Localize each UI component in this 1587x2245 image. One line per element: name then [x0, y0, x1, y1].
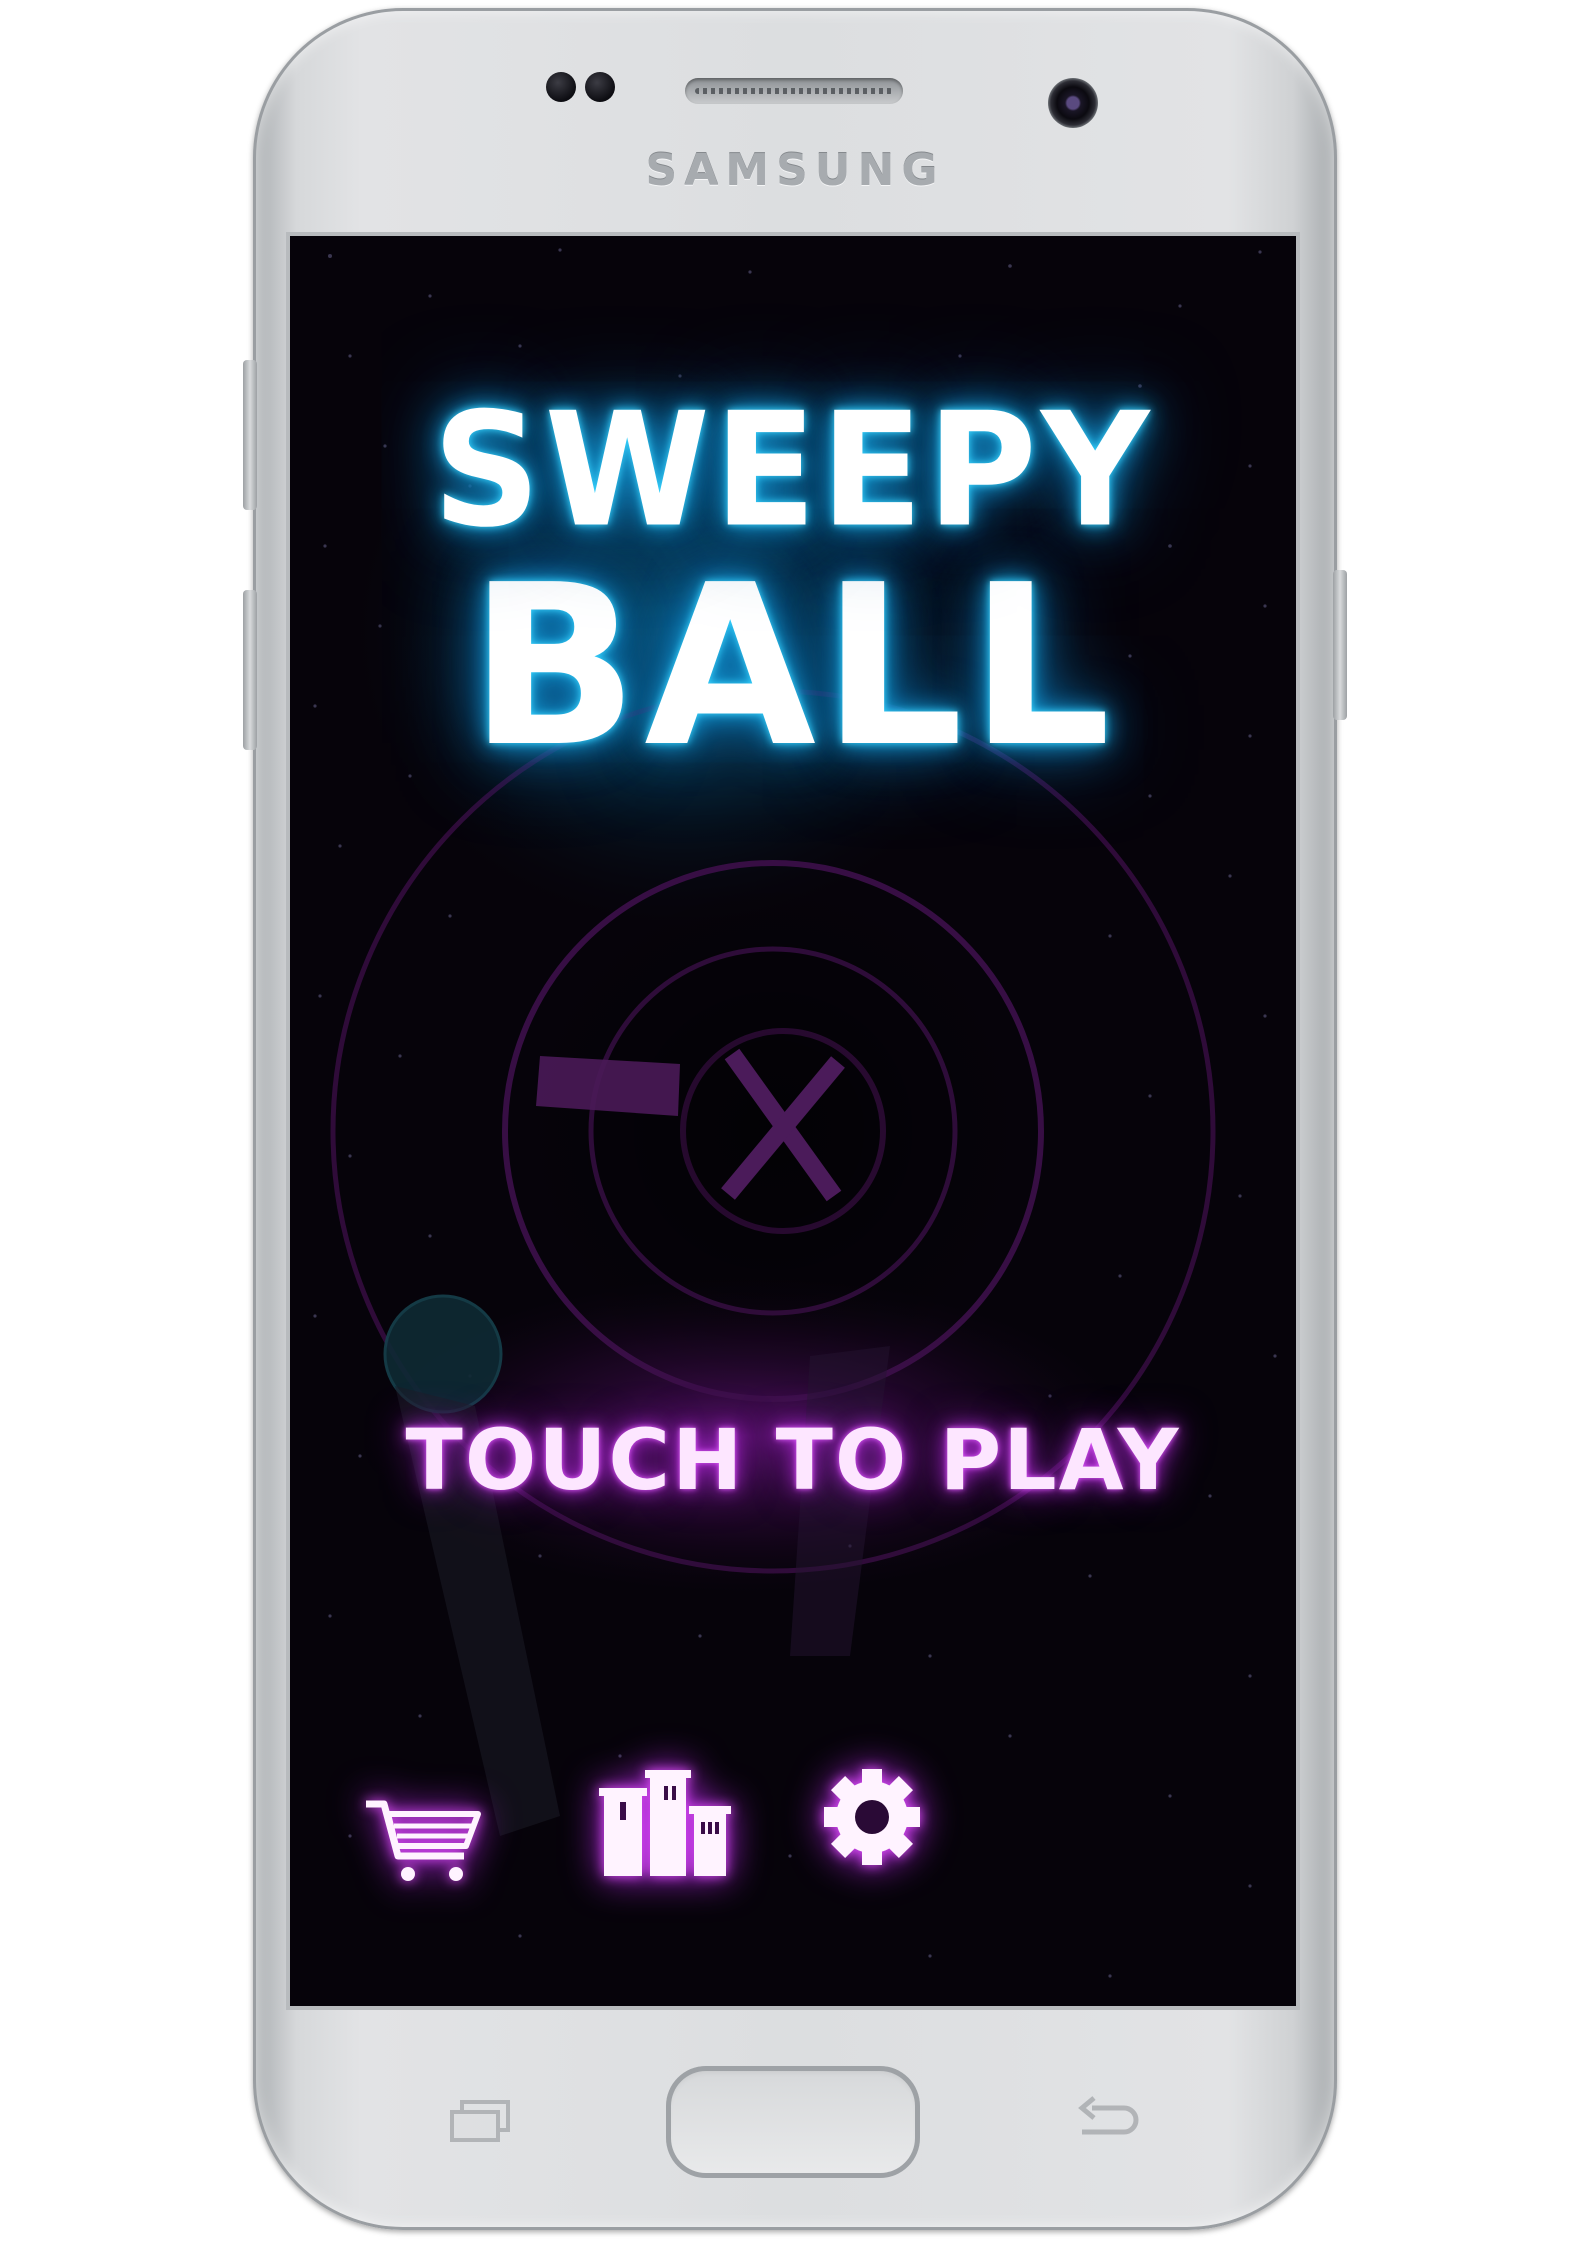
sensor-dot — [546, 72, 576, 102]
front-camera-icon — [1048, 78, 1098, 128]
podium-icon — [599, 1770, 731, 1876]
gear-icon — [824, 1769, 920, 1865]
shop-button[interactable] — [364, 1796, 482, 1891]
game-screen[interactable]: SWEEPY BALL TOUCH TO PLAY — [290, 236, 1296, 2006]
volume-down-button[interactable] — [243, 590, 257, 750]
recent-apps-icon[interactable] — [448, 2100, 512, 2149]
sensor-dot — [585, 72, 615, 102]
paddle-shape — [536, 1056, 680, 1116]
game-title: SWEEPY BALL — [290, 392, 1296, 796]
back-icon[interactable] — [1072, 2094, 1140, 2149]
shopping-cart-icon — [366, 1800, 481, 1881]
earpiece-speaker — [685, 78, 903, 104]
power-button[interactable] — [1333, 570, 1347, 720]
title-line-1: SWEEPY — [432, 379, 1154, 563]
settings-button[interactable] — [822, 1767, 922, 1872]
leaderboard-button[interactable] — [598, 1768, 731, 1883]
home-button[interactable] — [666, 2066, 920, 2178]
title-line-2: BALL — [469, 538, 1117, 796]
touch-to-play-button[interactable]: TOUCH TO PLAY — [290, 1411, 1296, 1509]
volume-up-button[interactable] — [243, 360, 257, 510]
brand-logo: SAMSUNG — [645, 145, 945, 196]
